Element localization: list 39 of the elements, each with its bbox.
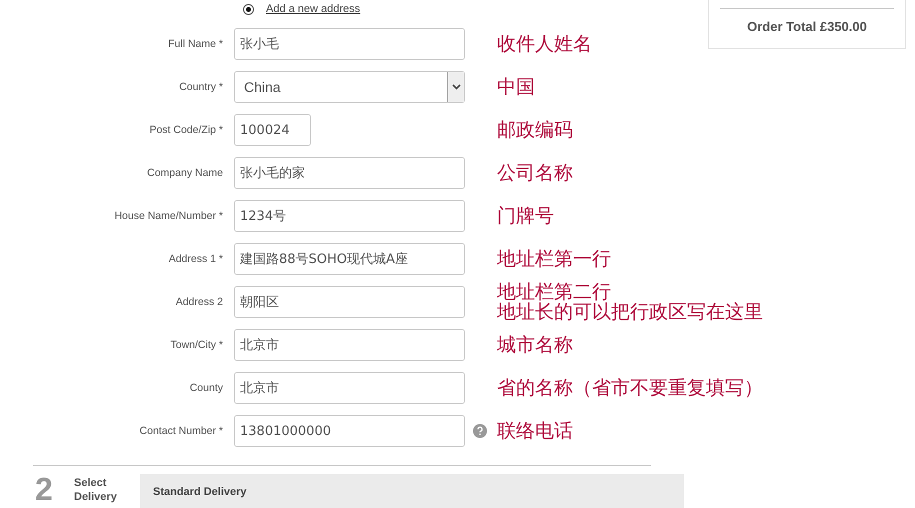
annotation-text: 城市名称 [497,335,574,355]
input-field[interactable]: 1234号 [234,200,465,232]
field-label: Contact Number * [138,425,223,437]
input-field[interactable]: 朝阳区 [234,286,465,318]
field-label: Address 1 * [168,253,223,265]
field-label: County [188,382,223,394]
input-field[interactable]: 建国路88号SOHO现代城A座 [234,243,465,275]
input-field[interactable]: 北京市 [234,329,465,361]
step-number: 2 [35,474,54,504]
field-label: Company Name [146,167,223,179]
field-label: Address 2 [174,296,223,308]
order-total: Order Total £350.00 [747,19,867,34]
delivery-option[interactable]: Standard Delivery [140,474,684,508]
annotation-text: 邮政编码 [497,120,574,140]
radio-button[interactable] [243,4,254,14]
annotation-text: 联络电话 [497,421,574,441]
input-field[interactable]: 张小毛 [234,28,465,60]
annotation-text: 公司名称 [497,163,574,183]
country-dropdown[interactable]: China [234,71,465,103]
dropdown-caret-icon[interactable] [447,72,464,102]
annotation-text: 中国 [497,77,536,97]
input-field[interactable]: 100024 [234,114,311,146]
field-label: Country * [178,81,223,93]
annotation-text: 省的名称（省市不要重复填写） [497,378,764,398]
input-field[interactable]: 张小毛的家 [234,157,465,189]
annotation-text: 地址栏第一行 [497,249,612,269]
annotation-text: 地址栏第二行 [497,282,611,302]
annotation-text: 收件人姓名 [497,34,593,54]
step-title: Select Delivery [74,476,118,504]
field-label: Post Code/Zip * [148,124,223,136]
field-label: House Name/Number * [113,210,223,222]
help-icon[interactable] [473,424,487,438]
input-field[interactable]: 13801000000 [234,415,465,447]
input-field[interactable]: 北京市 [234,372,465,404]
annotation-text: 门牌号 [497,206,555,226]
field-label: Town/City * [169,339,223,351]
add-address-link[interactable]: Add a new address [266,3,360,15]
field-label: Full Name * [167,38,223,50]
annotation-text: 地址长的可以把行政区写在这里 [497,302,764,322]
